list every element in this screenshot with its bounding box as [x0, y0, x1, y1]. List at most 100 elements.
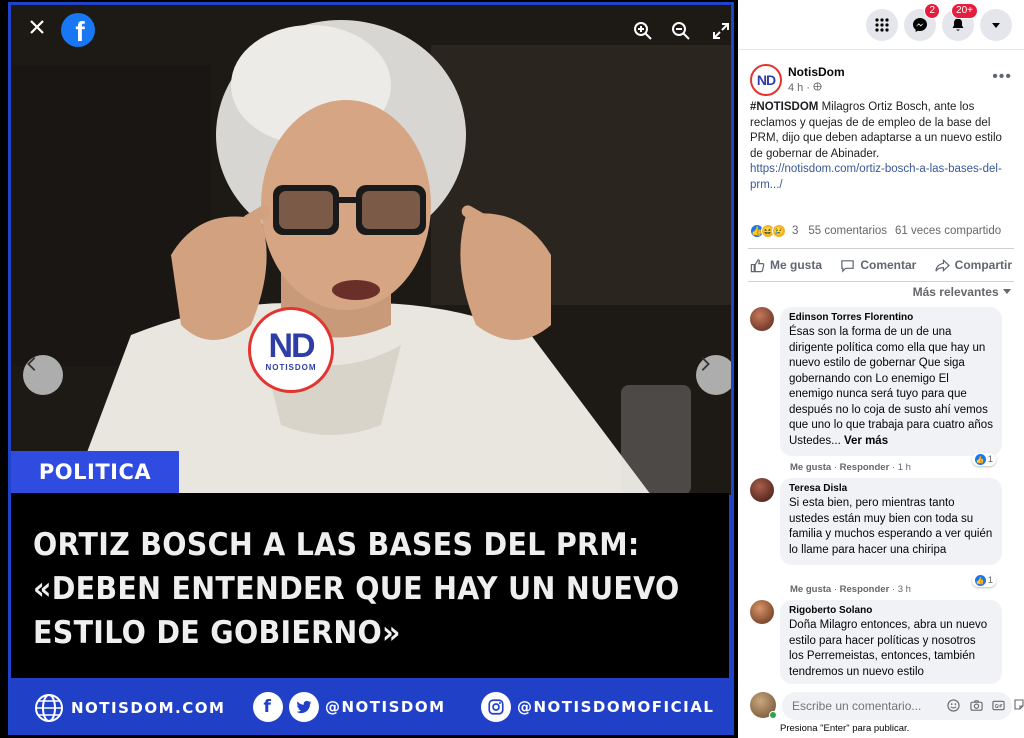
- comment-composer: Presiona "Enter" para publicar.: [738, 684, 1024, 738]
- globe-icon: [813, 82, 822, 91]
- comment-icon: [841, 259, 855, 273]
- comments-count[interactable]: 55 comentarios: [808, 225, 887, 237]
- commenter-avatar[interactable]: [750, 307, 774, 331]
- zoom-in-icon: [634, 22, 652, 40]
- footer-website: NOTISDOM.COM: [33, 692, 225, 724]
- messenger-icon: [913, 17, 927, 32]
- category-tag: POLITICA: [11, 451, 179, 493]
- comment-text: Ésas son la forma de un de una dirigente…: [789, 325, 993, 449]
- close-button[interactable]: [27, 17, 53, 43]
- facebook-photo-viewer: ND NOTISDOM f POLITICA ORTIZ BOSCH A LAS…: [0, 0, 1024, 738]
- article-photo[interactable]: ND NOTISDOM f: [11, 5, 731, 495]
- post-link[interactable]: https://notisdom.com/ortiz-bosch-a-las-b…: [750, 163, 1002, 191]
- online-status-dot: [769, 711, 777, 719]
- page-avatar[interactable]: ND: [750, 64, 782, 96]
- gif-icon[interactable]: [991, 698, 1005, 712]
- comment-likes-value: 1: [987, 454, 993, 465]
- reaction-count[interactable]: 3: [792, 225, 798, 237]
- commenter-name[interactable]: Teresa Disla: [789, 483, 993, 494]
- comment-text: Si esta bien, pero mientras tanto ustede…: [789, 497, 993, 556]
- comment-likes-value: 1: [987, 575, 993, 586]
- zoom-in-button[interactable]: [633, 21, 659, 47]
- comment-text: Doña Milagro entonces, abra un nuevo est…: [789, 619, 988, 678]
- account-menu-button[interactable]: [980, 8, 1012, 41]
- fullscreen-button[interactable]: [711, 21, 731, 47]
- like-reaction-icon: 👍: [974, 575, 986, 586]
- comment-text-body: Ésas son la forma de un de una dirigente…: [789, 326, 993, 447]
- comment-sort-dropdown[interactable]: Más relevantes: [913, 285, 1012, 299]
- post-text: #NOTISDOM Milagros Ortiz Bosch, ante los…: [750, 100, 1012, 193]
- like-button[interactable]: Me gusta: [750, 258, 822, 273]
- more-options-button[interactable]: •••: [992, 68, 1012, 86]
- facebook-icon: f: [253, 692, 283, 722]
- comment-like-link[interactable]: Me gusta: [790, 462, 831, 473]
- shares-count[interactable]: 61 veces compartido: [895, 225, 1001, 237]
- top-bar: 2 20+: [738, 0, 1024, 50]
- photo-viewer: ND NOTISDOM f POLITICA ORTIZ BOSCH A LAS…: [0, 0, 738, 738]
- comment-time[interactable]: 3 h: [898, 584, 911, 595]
- caret-down-icon: [992, 22, 1000, 28]
- comment-actions: Me gusta · Responder · 3 h: [790, 584, 911, 595]
- comment-bubble: Rigoberto Solano Doña Milagro entonces, …: [780, 600, 1002, 684]
- share-label: Compartir: [954, 258, 1012, 272]
- next-photo-button[interactable]: [696, 355, 731, 395]
- messenger-button[interactable]: 2: [904, 2, 940, 41]
- grid-menu-icon: [875, 17, 889, 32]
- comment-like-count[interactable]: 👍 1: [971, 574, 996, 587]
- watermark-nd: ND: [268, 326, 315, 365]
- chevron-right-icon: [701, 357, 710, 371]
- share-button[interactable]: Compartir: [934, 258, 1012, 273]
- comment-button[interactable]: Comentar: [840, 258, 916, 273]
- commenter-avatar[interactable]: [750, 600, 774, 624]
- share-icon: [934, 258, 950, 272]
- facebook-logo[interactable]: f: [61, 13, 95, 47]
- footer-social-handle: @NOTISDOM: [325, 698, 446, 716]
- enter-hint: Presiona "Enter" para publicar.: [780, 723, 910, 734]
- previous-photo-button[interactable]: [23, 355, 63, 395]
- post-panel: 2 20+ ND NotisDom 4 h · ••• #NOTISDOM Mi…: [738, 0, 1024, 738]
- comment-bubble: Teresa Disla Si esta bien, pero mientras…: [780, 478, 1002, 565]
- see-more-link[interactable]: Ver más: [844, 435, 888, 447]
- bell-icon: [952, 18, 964, 31]
- thumbs-up-icon: [750, 258, 765, 272]
- sort-label: Más relevantes: [912, 285, 999, 299]
- commenter-name[interactable]: Edinson Torres Florentino: [789, 312, 993, 323]
- caret-down-icon: [1003, 289, 1011, 294]
- twitter-icon: [289, 692, 319, 722]
- watermark-text: NOTISDOM: [265, 362, 317, 372]
- page-name[interactable]: NotisDom: [788, 65, 845, 79]
- emoji-icon[interactable]: [946, 698, 960, 712]
- woman-photo-illustration: [11, 5, 731, 495]
- branding-footer: NOTISDOM.COM f @NOTISDOM @NOTISDOMOFICIA…: [11, 678, 729, 735]
- comment-like-link[interactable]: Me gusta: [790, 584, 831, 595]
- commenter-name[interactable]: Rigoberto Solano: [789, 605, 993, 616]
- post-actions: Me gusta Comentar Compartir: [748, 248, 1014, 282]
- comment-actions: Me gusta · Responder · 1 h: [790, 462, 911, 473]
- notifications-button[interactable]: 20+: [942, 2, 978, 41]
- menu-button[interactable]: [866, 8, 898, 41]
- like-reaction-icon: 👍: [974, 454, 986, 465]
- article-headline: ORTIZ BOSCH A LAS BASES DEL PRM: «DEBEN …: [33, 527, 680, 651]
- post-timestamp[interactable]: 4 h ·: [788, 82, 822, 94]
- sticker-icon[interactable]: [1014, 698, 1024, 712]
- camera-icon[interactable]: [969, 698, 983, 712]
- post-hashtag[interactable]: #NOTISDOM: [750, 101, 818, 113]
- footer-instagram-handle: @NOTISDOMOFICIAL: [517, 698, 715, 716]
- zoom-out-button[interactable]: [671, 21, 697, 47]
- like-label: Me gusta: [770, 258, 823, 272]
- comment-bubble: Edinson Torres Florentino Ésas son la fo…: [780, 307, 1002, 456]
- comment-reply-link[interactable]: Responder: [840, 462, 890, 473]
- globe-icon: [35, 694, 63, 722]
- reactions-row: 👍 😆 😢 3 55 comentarios 61 veces comparti…: [750, 222, 1012, 240]
- messenger-badge: 2: [924, 2, 940, 19]
- comment-like-count[interactable]: 👍 1: [971, 453, 996, 466]
- post-header: ND NotisDom 4 h · •••: [750, 62, 1012, 98]
- zoom-out-icon: [672, 22, 690, 40]
- comment-label: Comentar: [860, 258, 917, 272]
- comment-time[interactable]: 1 h: [898, 462, 911, 473]
- instagram-icon: [481, 692, 511, 722]
- footer-social: f @NOTISDOM: [253, 692, 446, 722]
- commenter-avatar[interactable]: [750, 478, 774, 502]
- expand-icon: [713, 23, 729, 39]
- comment-reply-link[interactable]: Responder: [840, 584, 890, 595]
